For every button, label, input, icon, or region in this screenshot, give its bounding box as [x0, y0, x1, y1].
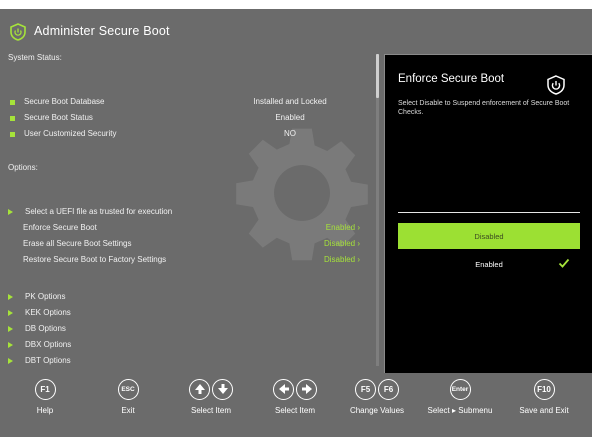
status-value: Enabled [275, 113, 305, 122]
option-erase-secure-boot-settings[interactable]: Erase all Secure Boot Settings Disabled … [8, 239, 364, 251]
status-label: Secure Boot Database [24, 97, 105, 106]
option-value: Disabled › [323, 239, 360, 248]
submenu-label: DBT Options [25, 356, 71, 365]
option-restore-factory-settings[interactable]: Restore Secure Boot to Factory Settings … [8, 255, 364, 267]
shield-icon [10, 23, 26, 41]
submenu-label: PK Options [25, 292, 66, 301]
option-label: Enforce Secure Boot [23, 223, 97, 232]
status-label: User Customized Security [24, 129, 117, 138]
option-label: Erase all Secure Boot Settings [23, 239, 132, 248]
bios-screen: Administer Secure Boot System Status: Se… [0, 9, 592, 437]
f6-key: F6 [378, 379, 399, 400]
key-exit[interactable]: ESC Exit [107, 379, 149, 415]
popup-description: Select Disable to Suspend enforcement of… [398, 100, 570, 116]
f10-key: F10 [533, 379, 555, 400]
enforce-secure-boot-popup: Enforce Secure Boot Select Disable to Su… [384, 54, 592, 373]
arrow-right-icon [8, 294, 13, 300]
popup-divider [398, 212, 580, 213]
submenu-label: KEK Options [25, 308, 71, 317]
submenu-pk-options[interactable]: PK Options [8, 292, 364, 304]
scrollbar-thumb[interactable] [376, 54, 379, 98]
key-select-item-horizontal[interactable]: Select Item [262, 379, 328, 415]
key-change-values[interactable]: F5 F6 Change Values [344, 379, 410, 415]
system-status-heading: System Status: [8, 53, 62, 62]
esc-key: ESC [117, 379, 139, 400]
key-help[interactable]: F1 Help [24, 379, 66, 415]
arrow-right-icon [8, 358, 13, 364]
scrollbar-track[interactable] [376, 54, 379, 366]
key-label: Exit [121, 406, 135, 415]
choice-enabled[interactable]: Enabled [398, 251, 580, 277]
bullet-icon [10, 100, 15, 105]
status-value: NO [284, 129, 296, 138]
bullet-icon [10, 132, 15, 137]
f5-key: F5 [355, 379, 376, 400]
option-value: Disabled › [323, 255, 360, 264]
enter-key: Enter [449, 379, 471, 400]
page-title: Administer Secure Boot [34, 24, 170, 38]
checkmark-icon [558, 258, 570, 268]
f1-key: F1 [34, 379, 56, 400]
key-select-submenu[interactable]: Enter Select ▸ Submenu [422, 379, 498, 415]
popup-title: Enforce Secure Boot [398, 73, 505, 85]
right-arrow-icon [296, 379, 317, 400]
power-shield-icon [547, 75, 565, 95]
key-label: Change Values [349, 406, 405, 415]
key-label: Save and Exit [519, 406, 569, 415]
key-label: Help [36, 406, 54, 415]
status-value: Installed and Locked [253, 97, 327, 106]
arrow-right-icon [8, 209, 13, 215]
submenu-label: DBX Options [25, 340, 72, 349]
option-select-uefi-file[interactable]: Select a UEFI file as trusted for execut… [8, 207, 364, 219]
arrow-right-icon [8, 326, 13, 332]
status-row-secure-boot-database: Secure Boot Database Installed and Locke… [10, 97, 370, 109]
arrow-right-icon [8, 310, 13, 316]
key-select-item-vertical[interactable]: Select Item [178, 379, 244, 415]
options-heading: Options: [8, 163, 38, 172]
choice-disabled[interactable]: Disabled [398, 223, 580, 249]
key-label: Select Item [274, 406, 315, 415]
key-legend-bar: F1 Help ESC Exit Select Item Select Item… [0, 369, 592, 437]
status-row-secure-boot-status: Secure Boot Status Enabled [10, 113, 370, 125]
status-row-user-customized-security: User Customized Security NO [10, 129, 370, 141]
arrow-right-icon [8, 342, 13, 348]
down-arrow-icon [212, 379, 233, 400]
key-label: Select Item [190, 406, 231, 415]
choice-label: Disabled [474, 232, 504, 241]
option-label: Select a UEFI file as trusted for execut… [25, 207, 173, 216]
option-enforce-secure-boot[interactable]: Enforce Secure Boot Enabled › [8, 223, 364, 235]
submenu-db-options[interactable]: DB Options [8, 324, 364, 336]
left-arrow-icon [273, 379, 294, 400]
choice-label: Enabled [475, 260, 503, 269]
submenu-dbt-options[interactable]: DBT Options [8, 356, 364, 368]
key-label: Select ▸ Submenu [427, 406, 493, 415]
submenu-label: DB Options [25, 324, 66, 333]
submenu-kek-options[interactable]: KEK Options [8, 308, 364, 320]
option-value: Enabled › [325, 223, 360, 232]
key-save-and-exit[interactable]: F10 Save and Exit [513, 379, 575, 415]
up-arrow-icon [189, 379, 210, 400]
status-label: Secure Boot Status [24, 113, 93, 122]
option-label: Restore Secure Boot to Factory Settings [23, 255, 167, 264]
bullet-icon [10, 116, 15, 121]
submenu-dbx-options[interactable]: DBX Options [8, 340, 364, 352]
